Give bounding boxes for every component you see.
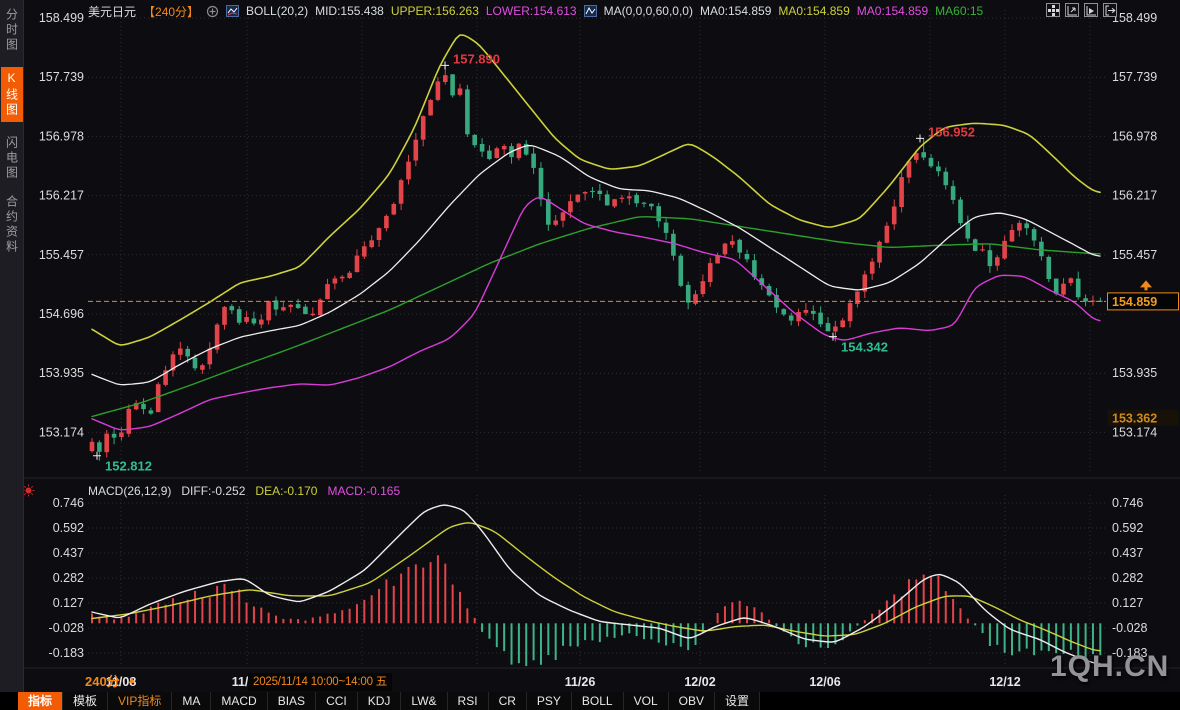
boll-label: BOLL(20,2) xyxy=(246,4,308,18)
pop-out-icon[interactable] xyxy=(1103,3,1117,17)
toolbar-item-macd[interactable]: MACD xyxy=(211,692,267,710)
svg-text:-0.183: -0.183 xyxy=(49,646,84,660)
svg-text:12/06: 12/06 xyxy=(809,675,840,689)
toolbar-item-ma[interactable]: MA xyxy=(172,692,211,710)
ma0-white-value: MA0:154.859 xyxy=(700,4,771,18)
svg-text:153.935: 153.935 xyxy=(1112,366,1157,380)
site-watermark: 1QH.CN xyxy=(1050,650,1169,684)
svg-text:0.127: 0.127 xyxy=(53,596,84,610)
toolbar-item-cr[interactable]: CR xyxy=(489,692,527,710)
boll-mid-value: MID:155.438 xyxy=(315,4,384,18)
svg-text:0.437: 0.437 xyxy=(1112,546,1143,560)
svg-text:157.739: 157.739 xyxy=(1112,70,1157,84)
svg-text:0.437: 0.437 xyxy=(53,546,84,560)
toolbar-item-rsi[interactable]: RSI xyxy=(448,692,489,710)
current-price-tag: 154.859 xyxy=(1112,295,1157,309)
circle-plus-icon[interactable] xyxy=(206,5,219,18)
boll-lower-value: LOWER:154.613 xyxy=(486,4,577,18)
toolbar-item-bias[interactable]: BIAS xyxy=(268,692,316,710)
toolbar-item-vol[interactable]: VOL xyxy=(624,692,669,710)
ma-indicator-icon[interactable] xyxy=(584,5,597,17)
indicator-toolbar: 指标 模板 VIP指标 MA MACD BIAS CCI KDJ LW& RSI… xyxy=(0,692,1180,710)
chevron-up-icon: ▲ xyxy=(127,675,137,686)
ma-params-label: MA(0,0,0,60,0,0) xyxy=(604,4,693,18)
svg-text:0.127: 0.127 xyxy=(1112,596,1143,610)
svg-text:0.282: 0.282 xyxy=(53,571,84,585)
macd-params-label: MACD(26,12,9) xyxy=(88,484,171,498)
macd-diff-value: DIFF:-0.252 xyxy=(181,484,245,498)
svg-text:155.457: 155.457 xyxy=(1112,248,1157,262)
svg-text:153.174: 153.174 xyxy=(39,425,84,439)
svg-text:156.978: 156.978 xyxy=(1112,129,1157,143)
ma60-value: MA60:15 xyxy=(935,4,983,18)
svg-text:0.282: 0.282 xyxy=(1112,571,1143,585)
svg-text:12/12: 12/12 xyxy=(989,675,1020,689)
toolbar-item-templates[interactable]: 模板 xyxy=(63,692,108,710)
sidebar-item-timeline-chart[interactable]: 分时图 xyxy=(1,8,23,53)
toolbar-item-vip-indicators[interactable]: VIP指标 xyxy=(108,692,172,710)
toolbar-item-settings[interactable]: 设置 xyxy=(715,692,760,710)
toolbar-item-boll[interactable]: BOLL xyxy=(572,692,624,710)
svg-text:152.812: 152.812 xyxy=(105,459,152,474)
svg-text:156.978: 156.978 xyxy=(39,129,84,143)
svg-text:0.592: 0.592 xyxy=(1112,521,1143,535)
svg-text:11/26: 11/26 xyxy=(565,675,596,689)
svg-text:156.952: 156.952 xyxy=(928,124,975,139)
svg-text:0.592: 0.592 xyxy=(53,521,84,535)
price-markers: 152.812 157.890 154.342 156.952 xyxy=(93,51,975,473)
svg-text:157.739: 157.739 xyxy=(39,70,84,84)
svg-text:154.342: 154.342 xyxy=(841,340,888,355)
pan-tool-icon[interactable] xyxy=(1046,3,1060,17)
symbol-name: 美元日元 xyxy=(88,3,136,20)
sidebar-item-lightning-chart[interactable]: 闪电图 xyxy=(1,136,23,181)
svg-text:-0.028: -0.028 xyxy=(1112,621,1147,635)
toolbar-item-cci[interactable]: CCI xyxy=(316,692,358,710)
bar-datetime-tooltip: 2025/11/14 10:00~14:00 五 xyxy=(248,673,392,691)
boll-upper-value: UPPER:156.263 xyxy=(391,4,479,18)
low-price-tag: 153.362 xyxy=(1112,411,1157,425)
ma0-yellow-value: MA0:154.859 xyxy=(778,4,849,18)
svg-text:154.696: 154.696 xyxy=(39,307,84,321)
svg-text:12/02: 12/02 xyxy=(684,675,715,689)
svg-text:153.174: 153.174 xyxy=(1112,425,1157,439)
svg-text:157.890: 157.890 xyxy=(453,51,500,66)
toolbar-item-indicators[interactable]: 指标 xyxy=(18,692,63,710)
scale-right-icon[interactable] xyxy=(1084,3,1098,17)
sidebar-item-contract-info[interactable]: 合约资料 xyxy=(1,195,23,255)
chart-header: 美元日元 【240分】 BOLL(20,2) MID:155.438 UPPER… xyxy=(88,3,983,19)
macd-panel xyxy=(92,505,1100,666)
chart-canvas[interactable]: 158.499 158.499 157.739 157.739 156.978 156.9… xyxy=(0,0,1180,710)
ma0-magenta-value: MA0:154.859 xyxy=(857,4,928,18)
svg-text:155.457: 155.457 xyxy=(39,248,84,262)
toolbar-item-kdj[interactable]: KDJ xyxy=(358,692,402,710)
sidebar-item-candlestick-chart[interactable]: K线图 xyxy=(1,67,23,122)
grid xyxy=(24,10,1180,668)
scale-left-icon[interactable] xyxy=(1065,3,1079,17)
interval-selector-label: 240分 xyxy=(85,671,120,690)
interval-badge[interactable]: 【240分】 xyxy=(143,3,199,20)
macd-header: MACD(26,12,9) DIFF:-0.252 DEA:-0.170 MAC… xyxy=(88,484,400,498)
macd-macd-value: MACD:-0.165 xyxy=(327,484,400,498)
chart-tool-icons xyxy=(1046,3,1117,17)
svg-text:156.217: 156.217 xyxy=(39,189,84,203)
svg-text:0.746: 0.746 xyxy=(53,496,84,510)
toolbar-item-lw[interactable]: LW& xyxy=(401,692,447,710)
trading-terminal: 158.499 158.499 157.739 157.739 156.978 156.9… xyxy=(0,0,1180,710)
overlay-lines xyxy=(92,35,1100,430)
toolbar-item-obv[interactable]: OBV xyxy=(669,692,715,710)
boll-indicator-icon[interactable] xyxy=(226,5,239,17)
svg-text:-0.028: -0.028 xyxy=(49,621,84,635)
interval-selector[interactable]: 240分 ▲ xyxy=(85,671,137,690)
axis-price-tags: 154.859 153.362 xyxy=(1108,280,1179,426)
svg-text:158.499: 158.499 xyxy=(1112,11,1157,25)
sidebar: 分时图 K线图 闪电图 合约资料 xyxy=(0,0,24,692)
svg-text:156.217: 156.217 xyxy=(1112,189,1157,203)
toolbar-item-psy[interactable]: PSY xyxy=(527,692,572,710)
svg-text:0.746: 0.746 xyxy=(1112,496,1143,510)
svg-text:153.935: 153.935 xyxy=(39,366,84,380)
macd-dea-value: DEA:-0.170 xyxy=(255,484,317,498)
svg-text:158.499: 158.499 xyxy=(39,11,84,25)
